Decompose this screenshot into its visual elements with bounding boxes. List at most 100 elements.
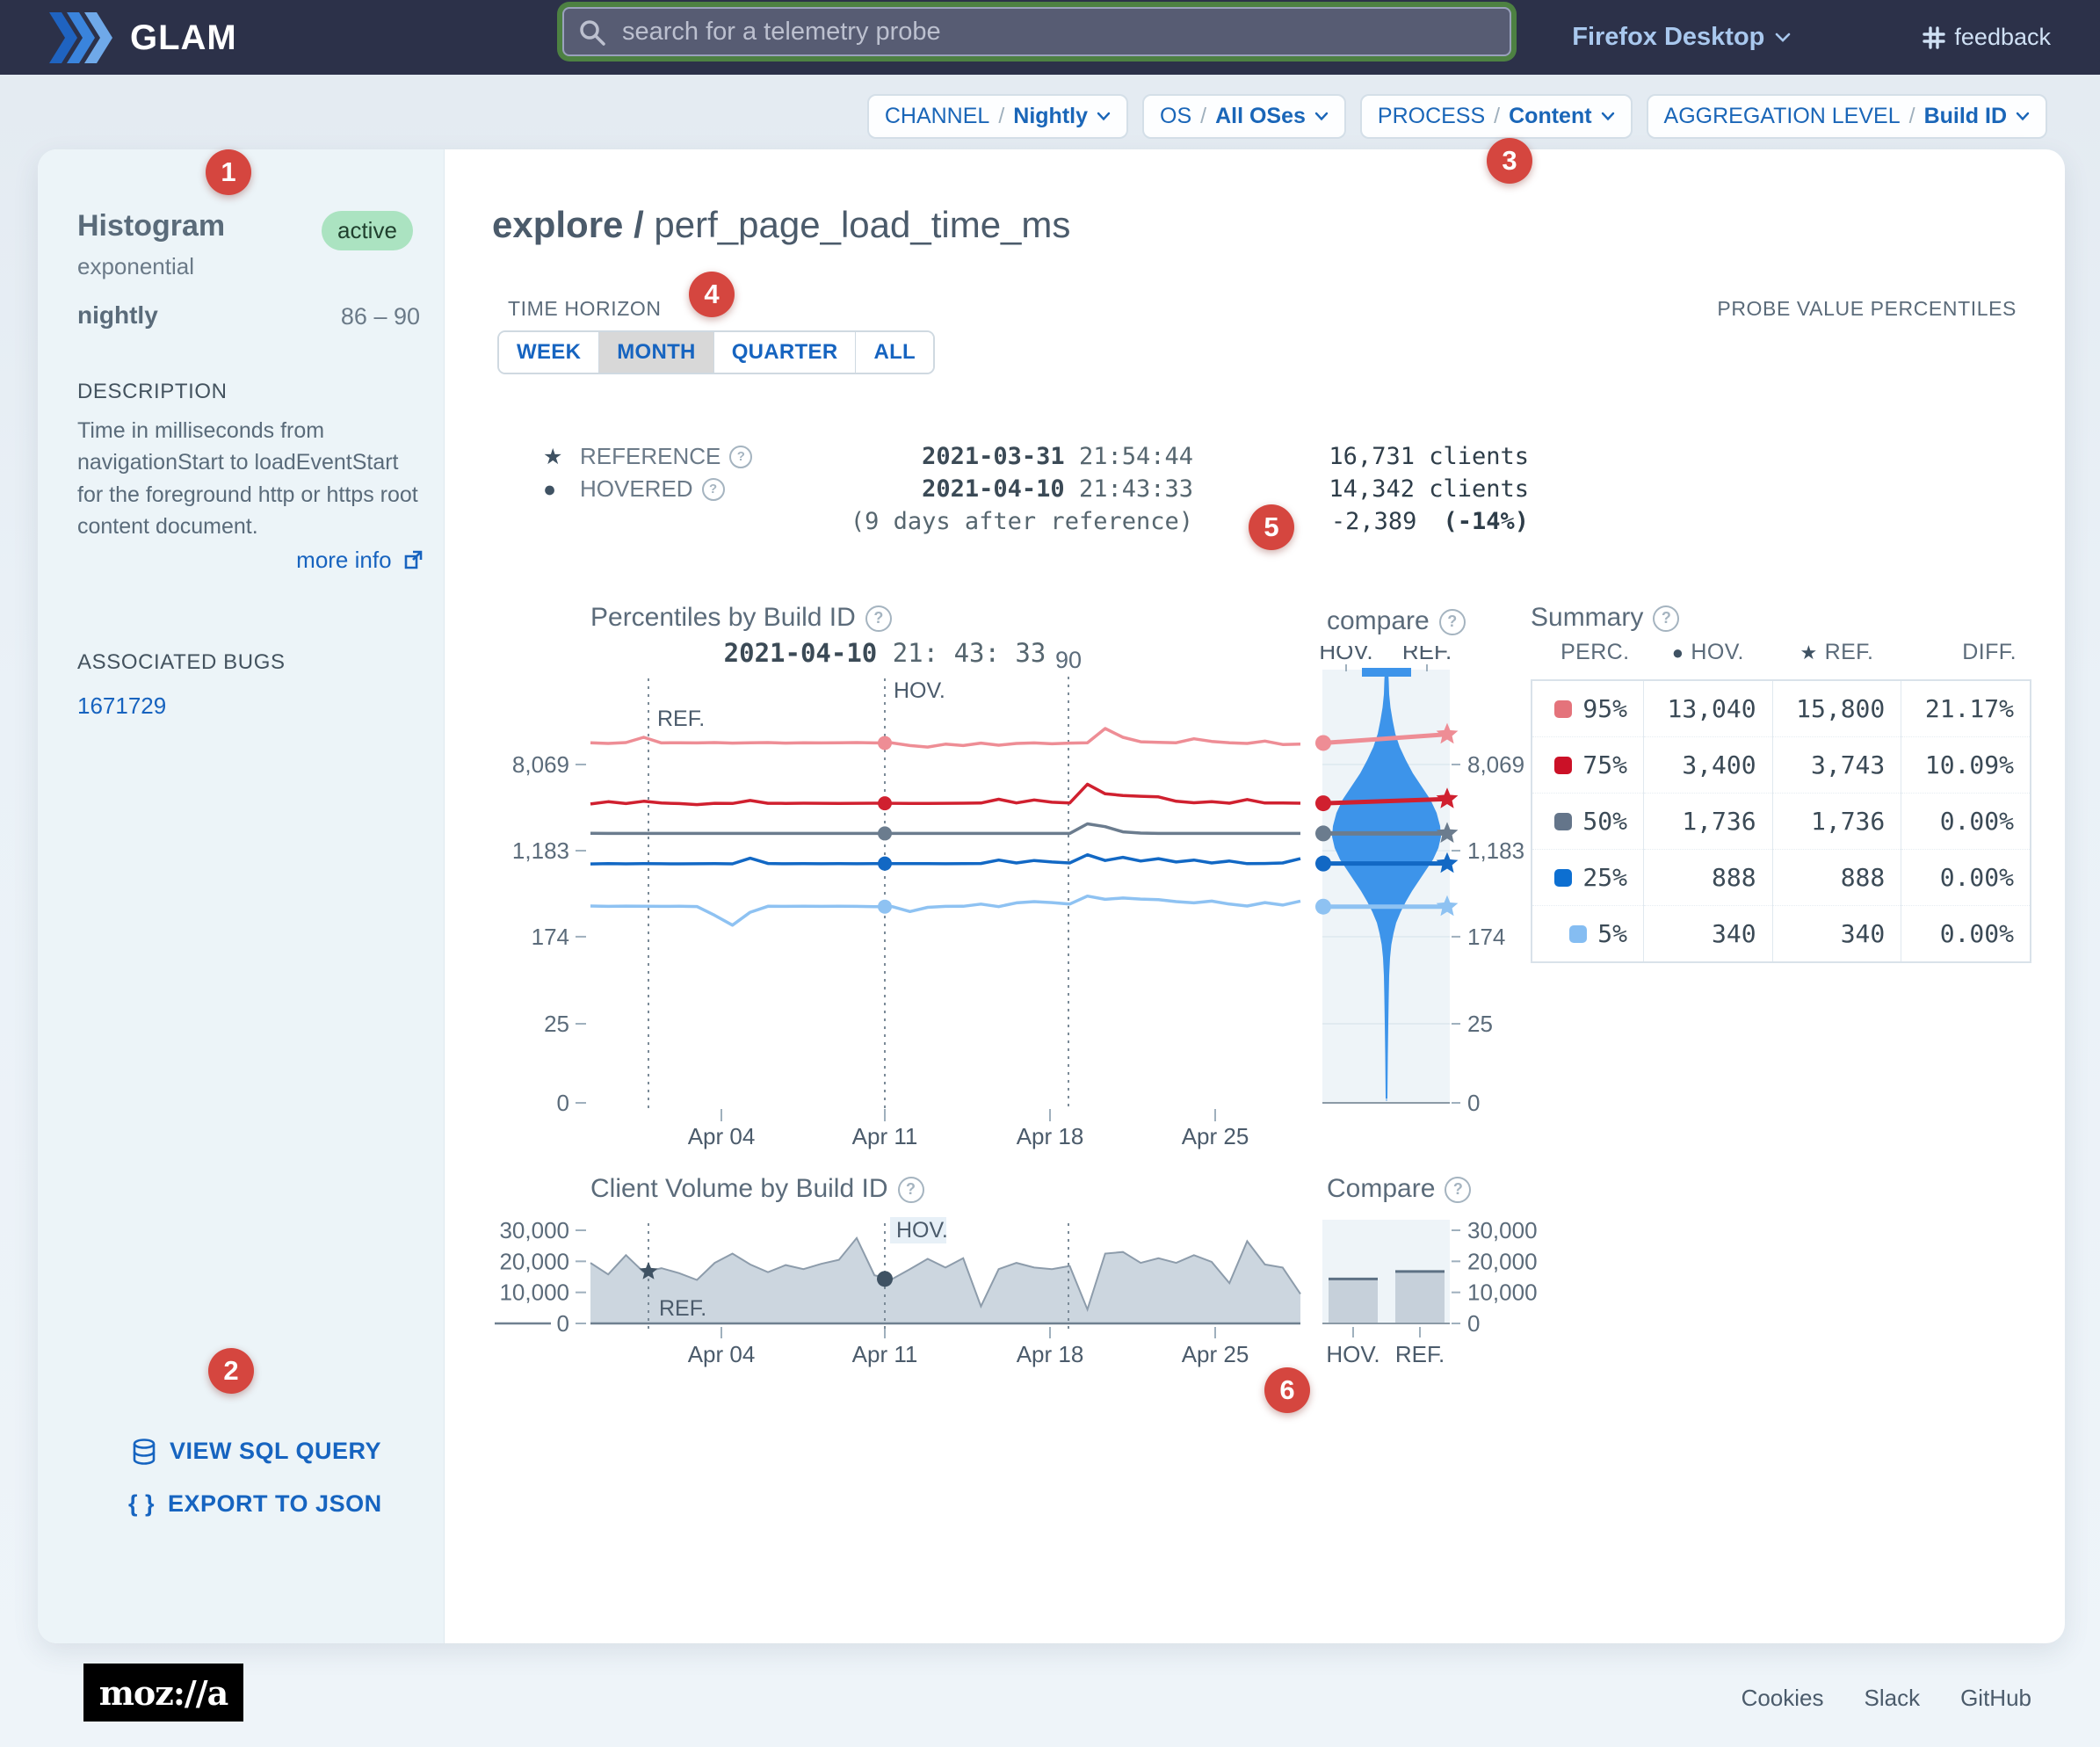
svg-text:2021-04-10 21: 43: 33: 2021-04-10 21: 43: 33 — [724, 638, 1046, 668]
summary-row: 95%13,04015,80021.17% — [1532, 680, 2031, 737]
svg-text:Apr 18: Apr 18 — [1017, 1123, 1084, 1149]
svg-text:30,000: 30,000 — [499, 1217, 569, 1243]
reference-hover-panel: ★ REFERENCE? 2021-03-31 21:54:44 16,731 … — [543, 443, 1529, 540]
time-horizon-week[interactable]: WEEK — [499, 332, 598, 373]
top-navbar: GLAM Firefox Desktop feedback — [0, 0, 2100, 75]
search-wrapper — [562, 7, 1511, 56]
export-json-button[interactable]: { } EXPORT TO JSON — [128, 1490, 382, 1518]
footer-link-cookies[interactable]: Cookies — [1742, 1685, 1824, 1712]
filter-os[interactable]: OS/All OSes — [1142, 94, 1346, 139]
time-horizon-quarter[interactable]: QUARTER — [713, 332, 856, 373]
probe-value-percentiles-label: PROBE VALUE PERCENTILES — [1717, 297, 2017, 321]
svg-text:Apr 11: Apr 11 — [852, 1123, 918, 1149]
external-link-icon — [402, 549, 424, 570]
bug-link[interactable]: 1671729 — [77, 692, 166, 720]
reference-label: REFERENCE — [580, 443, 721, 470]
summary-row: 25%8888880.00% — [1532, 850, 2031, 906]
hovered-row: ● HOVERED? 2021-04-10 21:43:33 14,342 cl… — [543, 475, 1529, 508]
reference-date: 2021-03-31 — [922, 443, 1065, 470]
chevron-down-icon — [1314, 112, 1329, 121]
filter-bar: CHANNEL/Nightly OS/All OSes PROCESS/Conten… — [867, 94, 2047, 139]
percentile-line-50% — [590, 824, 1300, 834]
breadcrumb-separator: / — [634, 204, 644, 245]
svg-text:Apr 18: Apr 18 — [1017, 1341, 1084, 1367]
reference-row: ★ REFERENCE? 2021-03-31 21:54:44 16,731 … — [543, 443, 1529, 475]
svg-text:25: 25 — [1467, 1011, 1493, 1037]
svg-text:Apr 25: Apr 25 — [1182, 1123, 1249, 1149]
help-icon[interactable]: ? — [702, 478, 725, 501]
hovered-date: 2021-04-10 — [922, 475, 1065, 503]
annotation-badge-6: 6 — [1264, 1367, 1310, 1413]
annotation-badge-1: 1 — [206, 149, 251, 195]
percentile-line-5% — [590, 896, 1300, 925]
svg-text:10,000: 10,000 — [499, 1279, 569, 1306]
chevron-down-icon — [1097, 112, 1111, 121]
search-input[interactable] — [562, 7, 1511, 56]
description-title: DESCRIPTION — [77, 380, 228, 404]
footer-link-slack[interactable]: Slack — [1865, 1685, 1921, 1712]
percentile-swatch — [1569, 925, 1587, 943]
status-badge: active — [322, 211, 413, 250]
filter-process[interactable]: PROCESS/Content — [1360, 94, 1633, 139]
help-icon[interactable]: ? — [898, 1177, 924, 1203]
search-icon — [578, 18, 606, 47]
summary-row: 5%3403400.00% — [1532, 906, 2031, 963]
hovered-label: HOVERED — [580, 475, 693, 503]
compare-bar-REF. — [1395, 1272, 1445, 1323]
hover-dot-5% — [878, 900, 892, 914]
svg-text:25: 25 — [544, 1011, 569, 1037]
help-icon[interactable]: ? — [1445, 1177, 1471, 1203]
svg-text:REF.: REF. — [657, 707, 705, 731]
annotation-badge-5: 5 — [1249, 504, 1294, 550]
compare-violin-chart: HOV.REF.8,0691,183174250 — [1309, 646, 1546, 1160]
svg-text:90: 90 — [1055, 647, 1082, 673]
database-icon — [132, 1439, 156, 1465]
hover-dot-75% — [878, 796, 892, 810]
probe-sidebar — [38, 149, 445, 1643]
percentile-line-95% — [590, 729, 1300, 747]
time-horizon-control: WEEKMONTHQUARTERALL — [497, 330, 935, 374]
svg-text:Apr 04: Apr 04 — [688, 1123, 756, 1149]
delta-note: (9 days after reference) — [821, 508, 1193, 535]
svg-text:1,183: 1,183 — [512, 837, 569, 864]
more-info-link[interactable]: more info — [77, 547, 424, 574]
filter-channel[interactable]: CHANNEL/Nightly — [867, 94, 1128, 139]
svg-text:HOV.: HOV. — [894, 678, 945, 703]
svg-text:Apr 04: Apr 04 — [688, 1341, 756, 1367]
compare-bar-chart: 30,00020,00010,0000HOV.REF. — [1309, 1213, 1555, 1380]
view-sql-query-button[interactable]: VIEW SQL QUERY — [132, 1438, 381, 1465]
volume-hover-dot — [877, 1271, 893, 1287]
help-icon[interactable]: ? — [729, 446, 752, 468]
time-horizon-month[interactable]: MONTH — [598, 332, 713, 373]
percentile-swatch — [1554, 757, 1572, 774]
chevron-down-icon — [1601, 112, 1615, 121]
product-name: Firefox Desktop — [1572, 23, 1764, 52]
reference-time: 21:54:44 — [1079, 443, 1193, 470]
export-json-label: EXPORT TO JSON — [168, 1490, 382, 1518]
glam-logo[interactable]: GLAM — [49, 12, 237, 63]
help-icon[interactable]: ? — [1653, 605, 1679, 632]
svg-text:Apr 11: Apr 11 — [852, 1341, 918, 1367]
footer-link-github[interactable]: GitHub — [1960, 1685, 2031, 1712]
view-sql-label: VIEW SQL QUERY — [170, 1438, 381, 1465]
filter-aggregation-level[interactable]: AGGREGATION LEVEL/Build ID — [1647, 94, 2047, 139]
hover-dot-95% — [878, 736, 892, 750]
percentile-swatch — [1554, 813, 1572, 830]
product-switcher[interactable]: Firefox Desktop — [1572, 23, 1791, 52]
breadcrumb-section: explore — [492, 204, 623, 245]
hover-dot-25% — [878, 857, 892, 871]
feedback-label: feedback — [1954, 24, 2051, 51]
probe-type-label: Histogram — [77, 209, 225, 243]
client-volume-chart[interactable]: 30,00020,00010,0000Apr 04Apr 11Apr 18Apr… — [492, 1213, 1371, 1380]
summary-row: 50%1,7361,7360.00% — [1532, 794, 2031, 850]
braces-icon: { } — [128, 1490, 155, 1518]
svg-text:8,069: 8,069 — [1467, 751, 1524, 778]
svg-text:REF.: REF. — [1395, 1341, 1445, 1367]
breadcrumb: explore / perf_page_load_time_ms — [492, 204, 1070, 246]
percentile-swatch — [1554, 700, 1572, 718]
brand-name: GLAM — [130, 18, 237, 58]
mozilla-logo[interactable]: moz://a — [83, 1664, 243, 1722]
feedback-link[interactable]: feedback — [1923, 24, 2051, 51]
time-horizon-all[interactable]: ALL — [855, 332, 933, 373]
reference-star-icon: ★ — [543, 444, 580, 470]
